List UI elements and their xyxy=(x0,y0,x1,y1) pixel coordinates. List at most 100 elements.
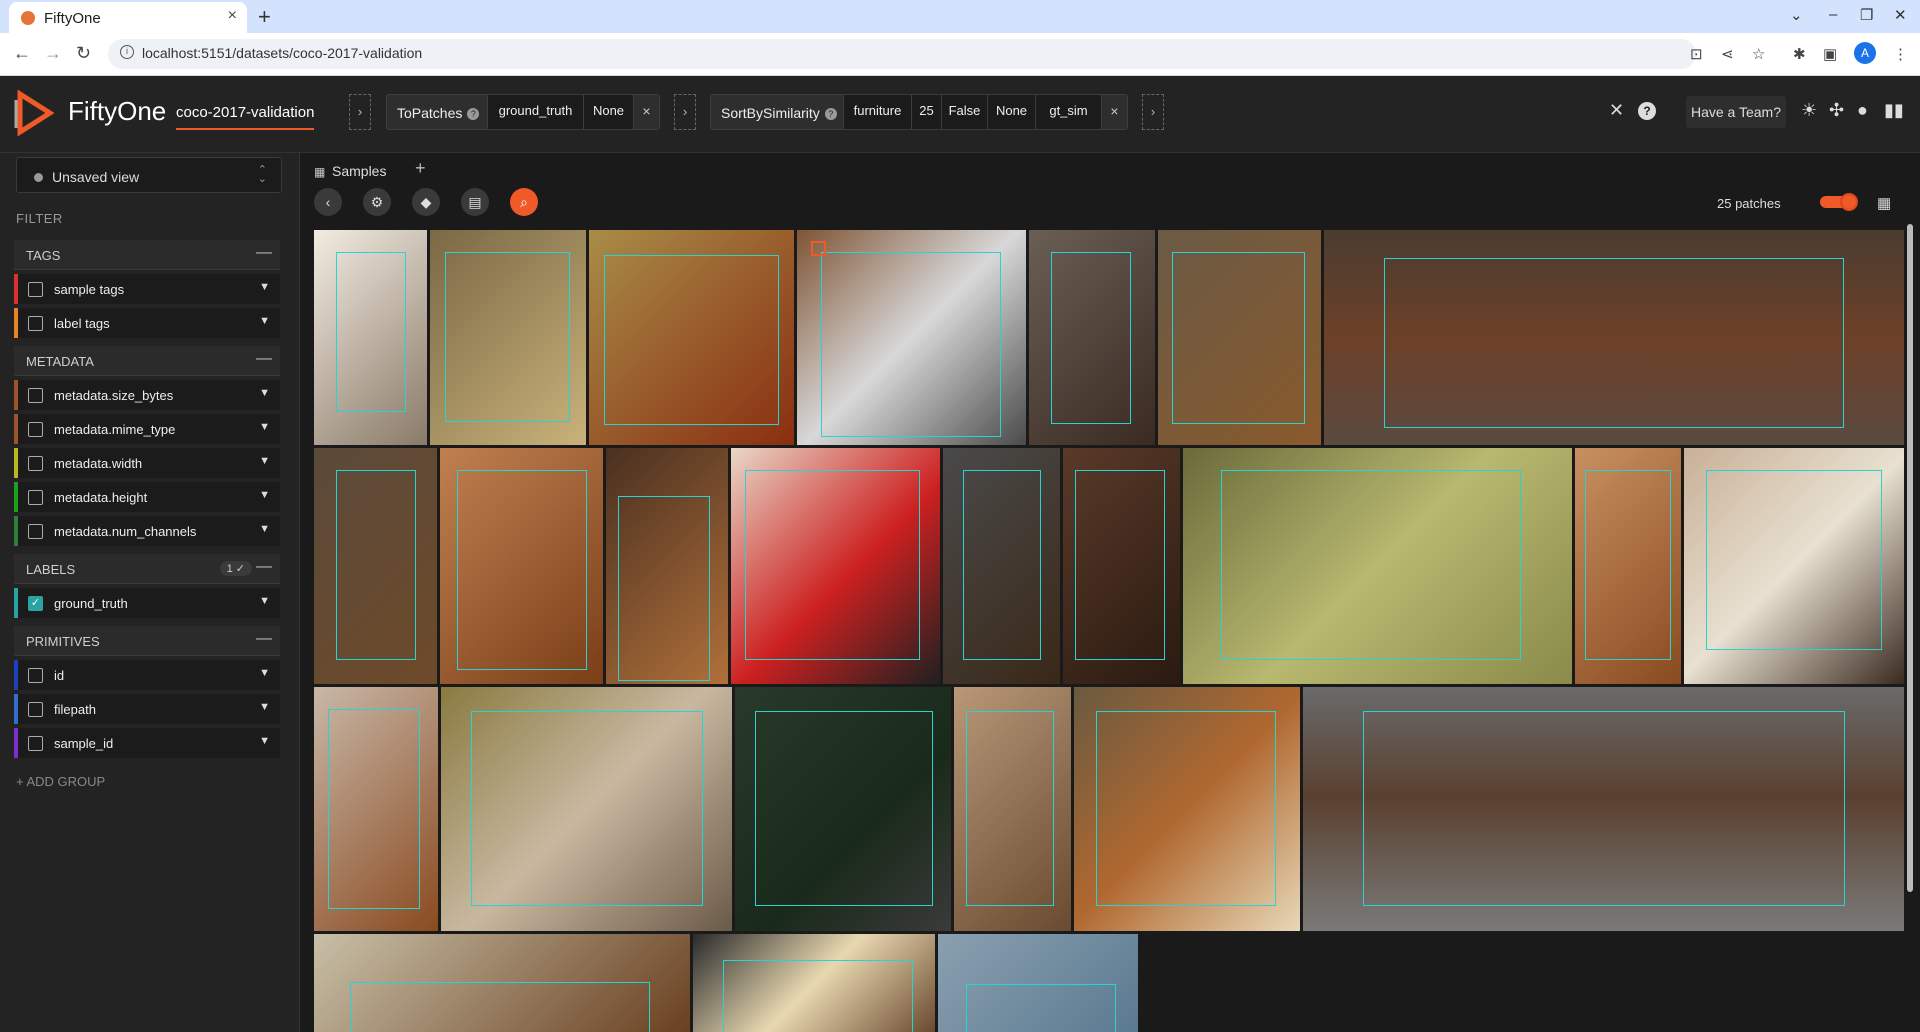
patch-tile[interactable] xyxy=(440,448,603,684)
patch-tile[interactable] xyxy=(1303,687,1904,931)
field-checkbox[interactable] xyxy=(28,668,43,683)
chevron-down-icon[interactable]: ▼ xyxy=(259,523,270,535)
stage-param[interactable]: ground_truth xyxy=(487,95,583,129)
patch-tile[interactable] xyxy=(1074,687,1300,931)
collapse-icon[interactable]: — xyxy=(256,630,272,648)
field-metadata-mime-type[interactable]: metadata.mime_type ▼ xyxy=(14,414,280,444)
field-label-tags[interactable]: label tags ▼ xyxy=(14,308,280,338)
chevron-down-icon[interactable]: ▼ xyxy=(259,281,270,293)
close-window-button[interactable]: ✕ xyxy=(1894,6,1907,24)
sidebar-group-tags[interactable]: TAGS — xyxy=(14,240,280,270)
new-tab-button[interactable]: + xyxy=(258,4,271,30)
add-group-button[interactable]: + ADD GROUP xyxy=(16,774,105,789)
back-icon[interactable]: ‹ xyxy=(314,188,342,216)
stage-param[interactable]: None xyxy=(987,95,1035,129)
browser-tab[interactable]: FiftyOne × xyxy=(9,2,247,33)
field-checkbox[interactable] xyxy=(28,490,43,505)
dataset-selector[interactable]: coco-2017-validation xyxy=(176,104,315,130)
view-stage-sortbysimilarity[interactable]: SortBySimilarity? furniture 25 False Non… xyxy=(710,94,1128,130)
field-checkbox[interactable] xyxy=(28,316,43,331)
field-sample-tags[interactable]: sample tags ▼ xyxy=(14,274,280,304)
patch-tile[interactable] xyxy=(735,687,951,931)
field-metadata-num-channels[interactable]: metadata.num_channels ▼ xyxy=(14,516,280,546)
back-arrow-icon[interactable]: ← xyxy=(13,43,31,64)
chevron-down-icon[interactable]: ▼ xyxy=(259,489,270,501)
collapse-icon[interactable]: — xyxy=(256,558,272,576)
patch-tile[interactable] xyxy=(314,230,427,445)
side-panel-icon[interactable]: ▣ xyxy=(1823,45,1837,63)
github-icon[interactable]: ● xyxy=(1857,100,1868,121)
clear-view-icon[interactable]: ✕ xyxy=(1609,100,1624,121)
minimize-window-button[interactable]: – xyxy=(1829,6,1837,23)
patch-tile[interactable] xyxy=(589,230,794,445)
url-field[interactable]: i localhost:5151/datasets/coco-2017-vali… xyxy=(108,39,1696,69)
close-tab-icon[interactable]: × xyxy=(228,7,237,25)
field-checkbox[interactable] xyxy=(28,702,43,717)
stage-param[interactable]: 25 xyxy=(911,95,941,129)
collapse-icon[interactable]: — xyxy=(256,350,272,368)
remove-stage-icon[interactable]: × xyxy=(633,95,659,129)
grid-settings-icon[interactable]: ▦ xyxy=(1877,194,1891,212)
chevron-down-icon[interactable]: ▼ xyxy=(259,735,270,747)
insert-stage-arrow[interactable]: › xyxy=(674,94,696,130)
stage-param[interactable]: None xyxy=(583,95,633,129)
field-checkbox[interactable] xyxy=(28,282,43,297)
patch-tile[interactable] xyxy=(1063,448,1180,684)
collapse-icon[interactable]: — xyxy=(256,244,272,262)
field-metadata-size-bytes[interactable]: metadata.size_bytes ▼ xyxy=(14,380,280,410)
toggle-switch[interactable] xyxy=(1820,193,1858,211)
patch-tile[interactable] xyxy=(938,934,1138,1032)
chevron-down-icon[interactable]: ▼ xyxy=(259,701,270,713)
patch-tile[interactable] xyxy=(1158,230,1321,445)
saved-view-selector[interactable]: Unsaved view ⌃ ⌄ xyxy=(16,157,282,193)
share-icon[interactable]: ⋖ xyxy=(1721,45,1734,63)
translate-icon[interactable]: ⊡ xyxy=(1690,45,1703,63)
help-icon[interactable]: ? xyxy=(1638,102,1656,120)
browser-menu-icon[interactable]: ⋮ xyxy=(1893,45,1908,63)
tag-icon[interactable]: ◆ xyxy=(412,188,440,216)
add-panel-button[interactable]: + xyxy=(415,158,426,179)
field-ground-truth[interactable]: ✓ ground_truth ▼ xyxy=(14,588,280,618)
patch-tile[interactable] xyxy=(314,448,437,684)
fiftyone-logo-icon[interactable] xyxy=(14,90,54,136)
docs-book-icon[interactable]: ▮▮ xyxy=(1884,100,1904,121)
patch-tile[interactable] xyxy=(1029,230,1155,445)
help-icon[interactable]: ? xyxy=(467,108,480,121)
patch-tile[interactable] xyxy=(314,934,690,1032)
stage-param[interactable]: furniture xyxy=(843,95,911,129)
slack-icon[interactable]: ✣ xyxy=(1829,100,1844,121)
field-checkbox[interactable] xyxy=(28,388,43,403)
chevron-down-icon[interactable]: ▼ xyxy=(259,667,270,679)
chevron-down-icon[interactable]: ▼ xyxy=(259,455,270,467)
have-a-team-button[interactable]: Have a Team? xyxy=(1686,96,1786,128)
insert-stage-arrow[interactable]: › xyxy=(349,94,371,130)
patch-tile[interactable] xyxy=(314,687,438,931)
field-sample-id[interactable]: sample_id ▼ xyxy=(14,728,280,758)
field-filepath[interactable]: filepath ▼ xyxy=(14,694,280,724)
field-id[interactable]: id ▼ xyxy=(14,660,280,690)
patch-tile[interactable] xyxy=(606,448,728,684)
patch-tile[interactable] xyxy=(1324,230,1904,445)
stage-param[interactable]: False xyxy=(941,95,987,129)
app-brand[interactable]: FiftyOne xyxy=(68,96,166,127)
grid-scrollbar[interactable] xyxy=(1907,224,1913,892)
field-checkbox-checked[interactable]: ✓ xyxy=(28,596,43,611)
chevron-down-icon[interactable]: ▼ xyxy=(259,595,270,607)
stage-param[interactable]: gt_sim xyxy=(1035,95,1101,129)
sidebar-group-metadata[interactable]: METADATA — xyxy=(14,346,280,376)
reload-icon[interactable]: ↻ xyxy=(76,43,91,64)
help-icon[interactable]: ? xyxy=(824,108,837,121)
patch-tile[interactable] xyxy=(1575,448,1681,684)
patch-tile[interactable] xyxy=(731,448,940,684)
field-checkbox[interactable] xyxy=(28,736,43,751)
patch-tile[interactable] xyxy=(943,448,1060,684)
field-checkbox[interactable] xyxy=(28,456,43,471)
extensions-icon[interactable]: ✱ xyxy=(1793,45,1806,63)
patch-tile[interactable] xyxy=(954,687,1071,931)
insert-stage-arrow[interactable]: › xyxy=(1142,94,1164,130)
forward-arrow-icon[interactable]: → xyxy=(44,43,62,64)
field-checkbox[interactable] xyxy=(28,524,43,539)
remove-stage-icon[interactable]: × xyxy=(1101,95,1127,129)
field-checkbox[interactable] xyxy=(28,422,43,437)
field-metadata-width[interactable]: metadata.width ▼ xyxy=(14,448,280,478)
